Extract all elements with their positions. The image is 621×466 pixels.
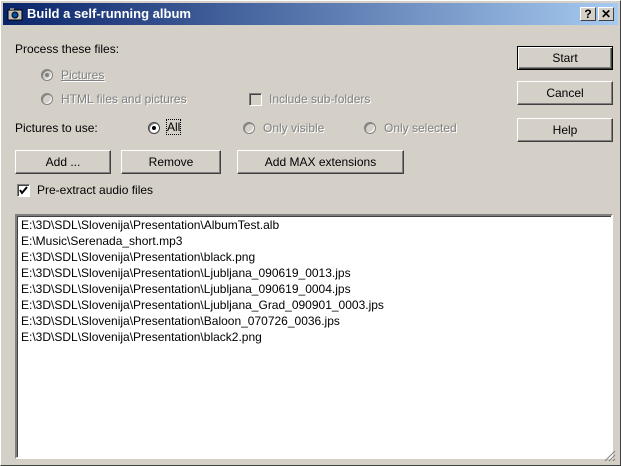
pictures-to-use-label: Pictures to use:: [15, 121, 98, 135]
checkmark-icon: [19, 186, 28, 195]
resize-grip-icon[interactable]: [604, 450, 616, 462]
list-item[interactable]: E:\3D\SDL\Slovenija\Presentation\Ljublja…: [21, 282, 351, 296]
radio-only-visible[interactable]: [243, 122, 255, 134]
window-title: Build a self-running album: [27, 6, 191, 21]
pre-extract-audio-checkbox[interactable]: [17, 184, 30, 197]
cancel-button[interactable]: Cancel: [517, 81, 613, 105]
radio-all[interactable]: [148, 122, 160, 134]
list-item[interactable]: E:\Music\Serenada_short.mp3: [21, 234, 182, 248]
list-item[interactable]: E:\3D\SDL\Slovenija\Presentation\black.p…: [21, 250, 255, 264]
start-button[interactable]: Start: [517, 46, 613, 70]
radio-html-files[interactable]: [41, 93, 53, 105]
radio-html-files-label: HTML files and pictures: [61, 92, 187, 106]
radio-only-selected-label: Only selected: [384, 121, 457, 135]
close-button[interactable]: ✕: [598, 7, 614, 21]
list-item[interactable]: E:\3D\SDL\Slovenija\Presentation\Baloon_…: [21, 314, 340, 328]
include-subfolders-checkbox[interactable]: [249, 93, 262, 106]
help-title-button[interactable]: ?: [580, 7, 596, 21]
process-files-label: Process these files:: [15, 42, 120, 56]
include-subfolders-label: Include sub-folders: [269, 92, 371, 106]
radio-pictures-label: Pictures: [61, 68, 105, 82]
radio-only-selected[interactable]: [364, 122, 376, 134]
list-item[interactable]: E:\3D\SDL\Slovenija\Presentation\black2.…: [21, 330, 262, 344]
album-app-icon: [7, 8, 23, 21]
remove-button[interactable]: Remove: [121, 150, 221, 174]
list-item[interactable]: E:\3D\SDL\Slovenija\Presentation\AlbumTe…: [21, 218, 279, 232]
radio-pictures[interactable]: [41, 69, 53, 81]
radio-only-visible-label: Only visible: [263, 121, 325, 135]
list-item[interactable]: E:\3D\SDL\Slovenija\Presentation\Ljublja…: [21, 298, 384, 312]
radio-all-label: All: [165, 119, 182, 135]
add-button[interactable]: Add ...: [15, 150, 111, 174]
help-button[interactable]: Help: [517, 118, 613, 142]
add-max-extensions-button[interactable]: Add MAX extensions: [237, 150, 404, 174]
pre-extract-audio-label: Pre-extract audio files: [37, 183, 154, 197]
title-bar[interactable]: Build a self-running album ? ✕: [3, 3, 618, 25]
list-item[interactable]: E:\3D\SDL\Slovenija\Presentation\Ljublja…: [21, 266, 351, 280]
dialog-window: Build a self-running album ? ✕ Process t…: [0, 0, 621, 466]
file-list[interactable]: E:\3D\SDL\Slovenija\Presentation\AlbumTe…: [15, 214, 613, 459]
